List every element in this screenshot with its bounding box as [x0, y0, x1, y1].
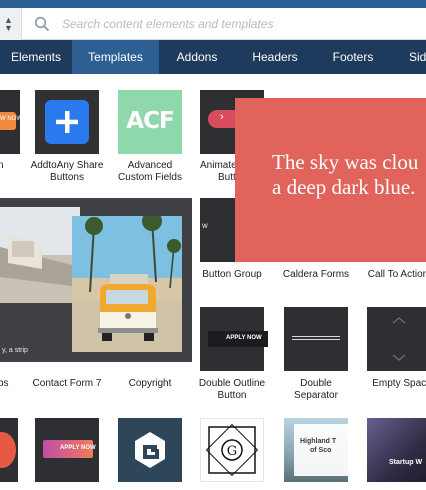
select-arrows-icon: ▲ ▼ [4, 15, 13, 33]
element-caption-double-outline: Double Outline Button [198, 378, 266, 401]
element-caption: bs [0, 378, 9, 389]
tab-addons[interactable]: Addons [159, 40, 235, 74]
element-tile-highland[interactable]: Highland T of Sco [284, 418, 348, 482]
tab-templates[interactable]: Templates [72, 40, 159, 74]
element-caption: n [0, 160, 4, 171]
element-tile-empty-space[interactable] [367, 307, 426, 371]
acf-logo: ACF [126, 108, 174, 134]
category-tabs: Elements Templates Addons Headers Footer… [0, 40, 426, 74]
gravity-forms-logo [135, 432, 165, 468]
plus-icon [56, 111, 78, 133]
window-top-strip [0, 0, 426, 8]
tile-button-text: APPLY NOW [60, 445, 96, 451]
tile-heading-text: Startup W [389, 459, 423, 466]
element-tile-double-separator[interactable] [284, 307, 348, 371]
element-tile-apply-now[interactable]: W NOW [0, 90, 22, 154]
tile-button-text: APPLY NOW [226, 335, 262, 341]
element-tile-partial[interactable] [0, 418, 18, 482]
quote-text: The sky was clou a deep dark blue. [272, 150, 419, 199]
van-beach-image [72, 216, 182, 352]
element-tile-addtoany[interactable] [35, 90, 99, 154]
ornament-logo: G [205, 423, 259, 477]
tile-heading-text: of Sco [310, 447, 332, 454]
tab-side[interactable]: Side [391, 40, 426, 74]
element-caption-copyright: Copyright [128, 378, 172, 389]
element-caption-contact-form: Contact Form 7 [32, 378, 102, 389]
search-input[interactable]: Search content elements and templates [62, 17, 273, 31]
arrow-right-icon: › [220, 111, 224, 123]
quote-overlay-card: The sky was clou a deep dark blue. [235, 98, 426, 262]
beach-photo: y, a strip [0, 207, 80, 361]
svg-text:G: G [227, 444, 237, 459]
element-caption-caldera: Caldera Forms [282, 269, 350, 280]
element-tile-double-outline[interactable]: APPLY NOW [200, 307, 268, 371]
element-tile-gravity-forms[interactable] [118, 418, 182, 482]
photo-caption: y, a strip [2, 347, 28, 354]
element-tile-startup[interactable]: Startup W [367, 418, 426, 482]
element-caption-acf: Advanced Custom Fields [118, 160, 182, 183]
search-bar: ▲ ▼ Search content elements and templates [0, 8, 426, 40]
addtoany-logo [45, 100, 89, 144]
beach-scene-image [0, 207, 80, 361]
category-select[interactable]: ▲ ▼ [0, 8, 22, 40]
element-caption-addtoany: AddtoAny Share Buttons [30, 160, 104, 183]
tile-button-text: W [202, 224, 208, 230]
element-caption-empty-space: Empty Space [372, 378, 426, 389]
element-tile-acf[interactable]: ACF [118, 90, 182, 154]
search-icon [34, 16, 50, 32]
element-caption-double-separator: Double Separator [294, 378, 338, 401]
van-photo [72, 216, 182, 352]
tab-headers[interactable]: Headers [235, 40, 315, 74]
element-caption-cta: Call To Action [367, 269, 426, 280]
element-tile-gradient-button[interactable]: APPLY NOW [35, 418, 99, 482]
tile-heading-text: Highland T [300, 438, 337, 445]
element-tile-ornament[interactable]: G [200, 418, 264, 482]
chevrons-icon [392, 317, 406, 361]
tile-button-text: W NOW [0, 116, 22, 122]
element-caption-button-group: Button Group [202, 269, 262, 280]
page: ▲ ▼ Search content elements and templates… [0, 0, 426, 490]
element-caption-animated: Animate Butt [200, 160, 237, 183]
tab-elements[interactable]: Elements [0, 40, 72, 74]
tab-footers[interactable]: Footers [315, 40, 391, 74]
